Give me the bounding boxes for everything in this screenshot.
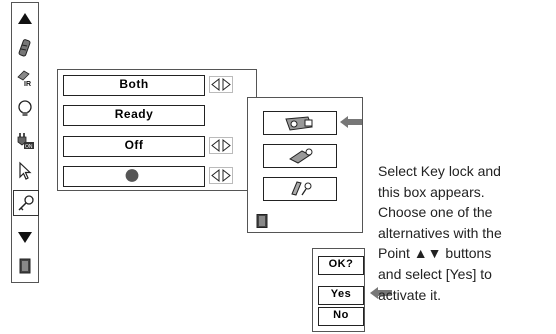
instruction-line: this box appears.: [378, 183, 485, 200]
svg-text:ON: ON: [25, 144, 33, 150]
yes-button[interactable]: Yes: [318, 286, 364, 305]
remote-lock-button[interactable]: [263, 144, 337, 168]
confirm-question: OK?: [318, 256, 364, 275]
menu-icon-bar: IR ON: [11, 2, 39, 283]
up-triangle-icon[interactable]: [15, 9, 35, 29]
lamp-icon[interactable]: [15, 99, 35, 119]
left-right-arrows-icon[interactable]: [209, 167, 233, 184]
key-lock-dialog: [247, 97, 363, 233]
ir-remote-icon[interactable]: IR: [15, 68, 35, 88]
left-right-arrows-icon[interactable]: [209, 76, 233, 93]
power-plug-on-icon[interactable]: ON: [15, 130, 35, 150]
field-ready: Ready: [63, 105, 205, 126]
instruction-line: activate it.: [378, 286, 442, 303]
confirm-dialog: OK? Yes No: [312, 248, 365, 332]
no-button[interactable]: No: [318, 307, 364, 326]
svg-text:IR: IR: [24, 81, 31, 88]
key-icon[interactable]: [13, 190, 39, 216]
wrench-icon[interactable]: [15, 38, 35, 58]
selection-pointer-icon: [340, 116, 362, 128]
projector-lock-button[interactable]: [263, 111, 337, 135]
instruction-line: and select [Yes] to: [378, 265, 492, 282]
left-right-arrows-icon[interactable]: [209, 137, 233, 154]
instruction-line: Select Key lock and: [378, 163, 501, 179]
pointer-icon[interactable]: [15, 161, 35, 181]
instruction-line: Point ▲▼ buttons: [378, 245, 492, 262]
instruction-line: alternatives with the: [378, 224, 502, 241]
unlock-icon: [291, 181, 312, 196]
unlock-button[interactable]: [263, 177, 337, 201]
exit-icon[interactable]: [256, 214, 268, 228]
circle-indicator-icon: [125, 169, 139, 182]
field-off[interactable]: Off: [63, 136, 205, 157]
settings-panel: Both Ready Off: [57, 69, 257, 191]
projector-lock-icon: [285, 116, 313, 131]
field-indicator[interactable]: [63, 166, 205, 187]
remote-lock-icon: [289, 148, 313, 164]
instruction-text: Select Key lock and this box appears. Ch…: [378, 161, 554, 305]
field-both[interactable]: Both: [63, 75, 205, 96]
down-triangle-icon[interactable]: [15, 227, 35, 247]
exit-icon[interactable]: [15, 256, 35, 276]
instruction-line: Choose one of the: [378, 204, 493, 221]
